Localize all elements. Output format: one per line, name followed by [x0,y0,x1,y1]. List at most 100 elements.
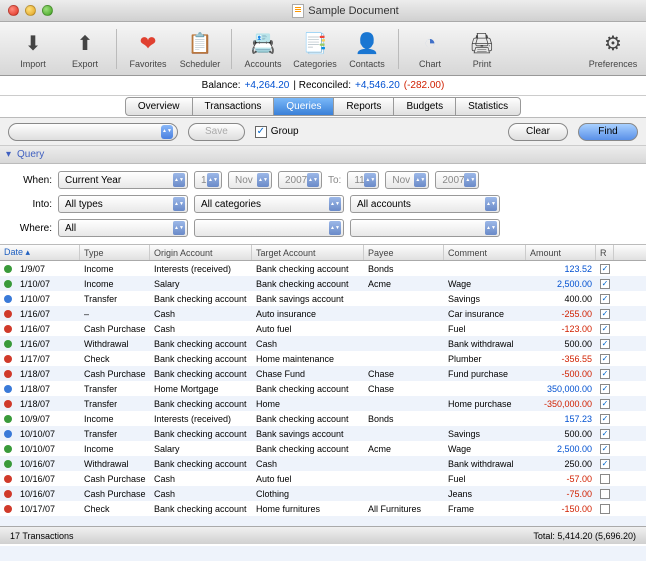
into-types-select[interactable]: All types▲▼ [58,195,188,213]
favorites-button[interactable]: ❤Favorites [123,29,173,69]
table-row[interactable]: 1/10/07IncomeSalaryBank checking account… [0,276,646,291]
close-window-button[interactable] [8,5,19,16]
column-amount[interactable]: Amount [526,245,596,260]
export-button[interactable]: ⬆Export [60,29,110,69]
cell-type: Withdrawal [80,459,150,469]
cell-date: 10/16/07 [16,474,80,484]
cell-type: Check [80,354,150,364]
where-all-select[interactable]: All▲▼ [58,219,188,237]
table-row[interactable]: 1/18/07TransferBank checking accountHome… [0,396,646,411]
cell-target: Bank checking account [252,384,364,394]
to-year-select[interactable]: 2007▲▼ [435,171,479,189]
column-type[interactable]: Type [80,245,150,260]
cell-reconciled[interactable] [596,489,614,499]
cell-reconciled[interactable]: ✓ [596,339,614,349]
cell-date: 1/10/07 [16,279,80,289]
categories-button[interactable]: 📑Categories [290,29,340,69]
into-categories-select[interactable]: All categories▲▼ [194,195,344,213]
table-row[interactable]: 1/18/07Cash PurchaseBank checking accoun… [0,366,646,381]
zoom-window-button[interactable] [42,5,53,16]
column-payee[interactable]: Payee [364,245,444,260]
to-day-select[interactable]: 11▲▼ [347,171,379,189]
cell-type: Income [80,414,150,424]
scheduler-button[interactable]: 📋Scheduler [175,29,225,69]
column-comment[interactable]: Comment [444,245,526,260]
tab-reports[interactable]: Reports [333,97,393,116]
cell-type: Transfer [80,384,150,394]
cell-comment: Fund purchase [444,369,526,379]
cell-reconciled[interactable] [596,474,614,484]
preferences-button[interactable]: ⚙Preferences [588,29,638,69]
from-day-select[interactable]: 1▲▼ [194,171,222,189]
cell-reconciled[interactable]: ✓ [596,309,614,319]
table-row[interactable]: 1/16/07WithdrawalBank checking accountCa… [0,336,646,351]
cell-origin: Bank checking account [150,294,252,304]
column-r[interactable]: R [596,245,614,260]
query-section-header[interactable]: ▾ Query [0,146,646,164]
cell-date: 10/17/07 [16,504,80,514]
table-row[interactable]: 1/10/07TransferBank checking accountBank… [0,291,646,306]
cell-reconciled[interactable]: ✓ [596,444,614,454]
cell-reconciled[interactable] [596,504,614,514]
cell-date: 10/10/07 [16,444,80,454]
tab-statistics[interactable]: Statistics [455,97,521,116]
to-month-select[interactable]: Nov▲▼ [385,171,429,189]
table-row[interactable]: 10/16/07Cash PurchaseCashClothingJeans-7… [0,486,646,501]
when-range-select[interactable]: Current Year▲▼ [58,171,188,189]
accounts-button[interactable]: 📇Accounts [238,29,288,69]
cell-reconciled[interactable]: ✓ [596,294,614,304]
gear-icon: ⚙ [598,29,628,59]
tab-transactions[interactable]: Transactions [192,97,274,116]
cell-reconciled[interactable]: ✓ [596,399,614,409]
cell-reconciled[interactable]: ✓ [596,324,614,334]
table-row[interactable]: 10/16/07WithdrawalBank checking accountC… [0,456,646,471]
cell-date: 1/10/07 [16,294,80,304]
chart-button[interactable]: ◔Chart [405,29,455,69]
from-year-select[interactable]: 2007▲▼ [278,171,322,189]
cell-reconciled[interactable]: ✓ [596,264,614,274]
cell-reconciled[interactable]: ✓ [596,459,614,469]
minimize-window-button[interactable] [25,5,36,16]
cell-date: 1/18/07 [16,369,80,379]
find-button[interactable]: Find [578,123,638,141]
into-accounts-select[interactable]: All accounts▲▼ [350,195,500,213]
cell-reconciled[interactable]: ✓ [596,369,614,379]
query-select[interactable]: ▲▼ [8,123,178,141]
cell-reconciled[interactable]: ✓ [596,354,614,364]
column-origin-account[interactable]: Origin Account [150,245,252,260]
cell-origin: Interests (received) [150,414,252,424]
table-row[interactable]: 10/16/07Cash PurchaseCashAuto fuelFuel-5… [0,471,646,486]
cell-amount: -255.00 [526,309,596,319]
from-month-select[interactable]: Nov▲▼ [228,171,272,189]
table-row[interactable]: 1/16/07–CashAuto insuranceCar insurance-… [0,306,646,321]
table-row[interactable]: 10/10/07TransferBank checking accountBan… [0,426,646,441]
table-row[interactable]: 10/9/07IncomeInterests (received)Bank ch… [0,411,646,426]
cell-origin: Cash [150,474,252,484]
column-target-account[interactable]: Target Account [252,245,364,260]
tab-queries[interactable]: Queries [273,97,333,116]
import-button[interactable]: ⬇Import [8,29,58,69]
save-button[interactable]: Save [188,123,245,141]
where-field3-select[interactable]: ▲▼ [350,219,500,237]
type-icon [0,490,16,498]
cell-reconciled[interactable]: ✓ [596,414,614,424]
table-row[interactable]: 10/17/07CheckBank checking accountHome f… [0,501,646,516]
where-field2-select[interactable]: ▲▼ [194,219,344,237]
document-icon [292,4,304,18]
table-row[interactable]: 1/18/07TransferHome MortgageBank checkin… [0,381,646,396]
cell-reconciled[interactable]: ✓ [596,429,614,439]
cell-reconciled[interactable]: ✓ [596,384,614,394]
group-toggle[interactable]: ✓Group [255,126,299,138]
tab-budgets[interactable]: Budgets [393,97,455,116]
table-row[interactable]: 10/10/07IncomeSalaryBank checking accoun… [0,441,646,456]
table-row[interactable]: 1/16/07Cash PurchaseCashAuto fuelFuel-12… [0,321,646,336]
clear-button[interactable]: Clear [508,123,568,141]
tab-overview[interactable]: Overview [125,97,192,116]
contacts-button[interactable]: 👤Contacts [342,29,392,69]
column-date[interactable]: Date ▴ [0,245,80,260]
table-row[interactable]: 1/9/07IncomeInterests (received)Bank che… [0,261,646,276]
cell-type: Cash Purchase [80,324,150,334]
cell-reconciled[interactable]: ✓ [596,279,614,289]
table-row[interactable]: 1/17/07CheckBank checking accountHome ma… [0,351,646,366]
print-button[interactable]: 🖨Print [457,29,507,69]
